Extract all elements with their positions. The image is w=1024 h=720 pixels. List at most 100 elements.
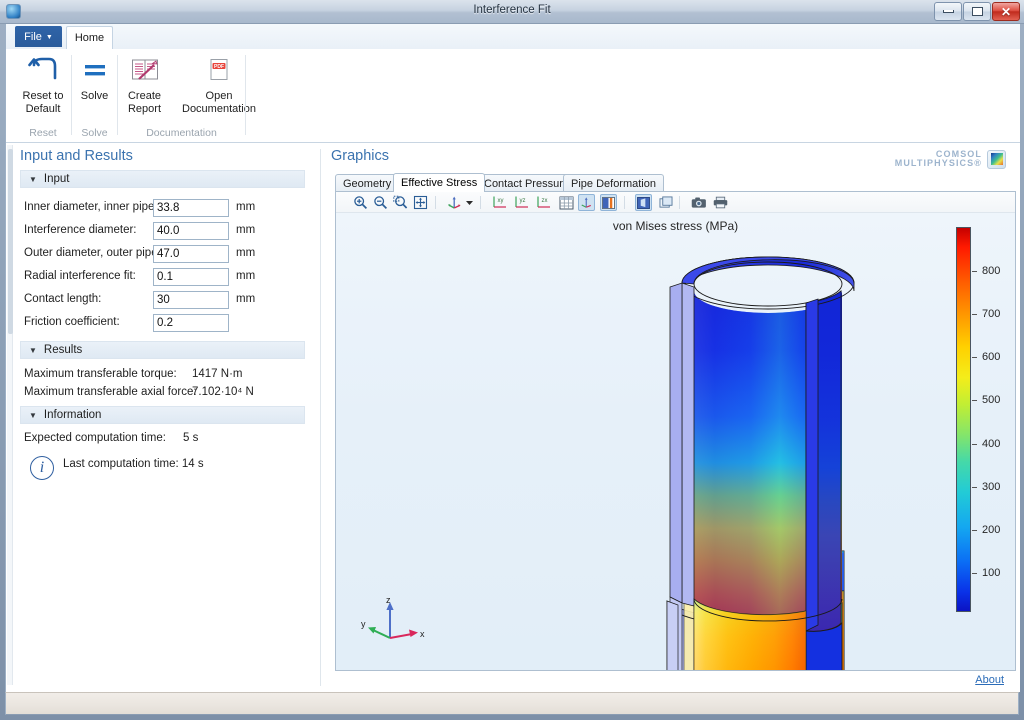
- result-label: Maximum transferable torque:: [24, 368, 177, 380]
- close-button[interactable]: ✕: [992, 2, 1020, 21]
- maximize-icon: [964, 3, 990, 20]
- section-header-results-label: Results: [43, 344, 83, 356]
- tab-file[interactable]: File ▼: [15, 26, 62, 47]
- minimize-button[interactable]: [934, 2, 962, 21]
- axis-label-y: y: [361, 619, 366, 629]
- graphics-panel: Graphics COMSOL MULTIPHYSICS® Geometry E…: [326, 143, 1020, 692]
- tab-geometry[interactable]: Geometry: [335, 174, 400, 192]
- info-icon: i: [30, 456, 54, 480]
- zoom-box-icon[interactable]: [392, 194, 409, 211]
- reset-to-default-button[interactable]: Reset to Default: [15, 53, 71, 115]
- ribbon-tab-strip: File ▼ Home: [6, 24, 1020, 49]
- about-link[interactable]: About: [975, 674, 1004, 686]
- graphics-tab-strip: Geometry Effective Stress Contact Pressu…: [335, 173, 1015, 192]
- copy-image-icon[interactable]: [657, 194, 674, 211]
- radial-interference-fit-input[interactable]: [153, 268, 229, 286]
- expected-computation-time-label: Expected computation time:: [24, 432, 166, 444]
- go-to-default-view-icon[interactable]: [446, 194, 463, 211]
- tab-contact-pressure[interactable]: Contact Pressure: [476, 174, 577, 192]
- ribbon-group-solve-label: Solve: [81, 127, 108, 139]
- outer-diameter-outer-pipe-input[interactable]: [153, 245, 229, 263]
- svg-text:PDF: PDF: [214, 64, 224, 70]
- field-row-radial-interference-fit: Radial interference fit: mm: [6, 268, 317, 289]
- graphics-toolbar: xy yz zx: [336, 192, 1015, 213]
- solve-button[interactable]: Solve: [72, 53, 117, 103]
- view-dropdown-caret-icon[interactable]: [464, 194, 474, 211]
- scene-light-icon[interactable]: [578, 194, 595, 211]
- section-header-input[interactable]: ▼ Input: [20, 170, 305, 188]
- report-book-icon: [130, 53, 160, 87]
- title-bar: Interference Fit ✕: [0, 0, 1024, 24]
- toolbar-separator: [435, 196, 436, 209]
- field-label: Radial interference fit:: [24, 270, 136, 282]
- ribbon-group-reset-label: Reset: [29, 127, 57, 139]
- result-value: 7.102·10⁴ N: [192, 386, 254, 398]
- client-area: File ▼ Home Reset to Default Reset Solve…: [5, 24, 1020, 692]
- tab-home[interactable]: Home: [66, 26, 113, 49]
- toolbar-separator: [480, 196, 481, 209]
- select-all-icon[interactable]: [635, 194, 652, 211]
- window-title: Interference Fit: [473, 4, 551, 16]
- tab-file-label: File: [24, 30, 42, 43]
- comsol-logo-line2: MULTIPHYSICS®: [894, 158, 982, 168]
- tab-geometry-label: Geometry: [343, 177, 392, 190]
- tab-contact-pressure-label: Contact Pressure: [484, 177, 569, 190]
- result-label: Maximum transferable axial force:: [24, 386, 197, 398]
- go-to-yz-view-icon[interactable]: yz: [512, 194, 531, 211]
- maximize-button[interactable]: [963, 2, 991, 21]
- create-report-label-line2: Report: [127, 102, 162, 115]
- go-to-zx-view-icon[interactable]: zx: [534, 194, 553, 211]
- show-grid-icon[interactable]: [558, 194, 575, 211]
- graphics-viewport-container: xy yz zx von Mises stress (MPa) 800 700 …: [335, 191, 1016, 671]
- collapse-triangle-icon: ▼: [29, 345, 37, 355]
- result-value: 1417 N·m: [192, 368, 243, 380]
- zoom-extents-icon[interactable]: [412, 194, 429, 211]
- axis-triad: z y x: [360, 594, 430, 650]
- input-and-results-panel: Input and Results ▼ Input Inner diameter…: [6, 143, 317, 692]
- ribbon-group-solve: Solve Solve: [72, 49, 117, 143]
- transparency-icon[interactable]: [600, 194, 617, 211]
- colorbar-tick-label: 600: [982, 351, 1001, 363]
- field-label: Interference diameter:: [24, 224, 137, 236]
- toolbar-separator: [679, 196, 680, 209]
- snapshot-camera-icon[interactable]: [690, 194, 707, 211]
- field-unit: mm: [236, 201, 256, 213]
- field-unit: mm: [236, 293, 256, 305]
- last-computation-time-text: Last computation time: 14 s: [63, 458, 204, 470]
- panel-splitter[interactable]: [317, 143, 326, 692]
- graphics-panel-title: Graphics: [331, 148, 390, 164]
- colorbar-tick-label: 500: [982, 394, 1001, 406]
- interference-diameter-input[interactable]: [153, 222, 229, 240]
- result-row-max-axial-force: Maximum transferable axial force: 7.102·…: [6, 386, 317, 404]
- field-row-outer-diameter-outer-pipe: Outer diameter, outer pipe: mm: [6, 245, 317, 266]
- pipe-assembly-3d-model: [666, 256, 855, 670]
- application-window: Interference Fit ✕ File ▼ Home Reset to …: [0, 0, 1024, 720]
- go-to-xy-view-icon[interactable]: xy: [490, 194, 509, 211]
- panel-title: Input and Results: [20, 148, 133, 164]
- collapse-triangle-icon: ▼: [29, 410, 37, 420]
- solve-label: Solve: [80, 90, 109, 102]
- create-report-label-line1: Create: [127, 90, 162, 102]
- ribbon: Reset to Default Reset Solve Solve Creat…: [6, 49, 1020, 143]
- undo-arrow-icon: [28, 53, 58, 87]
- section-header-results[interactable]: ▼ Results: [20, 341, 305, 359]
- print-icon[interactable]: [712, 194, 729, 211]
- axis-label-z: z: [386, 595, 391, 605]
- graphics-viewport[interactable]: von Mises stress (MPa) 800 700 600 500 4…: [336, 213, 1015, 670]
- contact-length-input[interactable]: [153, 291, 229, 309]
- friction-coefficient-input[interactable]: [153, 314, 229, 332]
- tab-effective-stress[interactable]: Effective Stress: [393, 173, 486, 192]
- open-documentation-button[interactable]: PDF Open Documentation: [164, 53, 274, 115]
- comsol-logo: COMSOL MULTIPHYSICS®: [895, 147, 1006, 171]
- colorbar-tick-label: 300: [982, 481, 1001, 493]
- zoom-out-icon[interactable]: [372, 194, 389, 211]
- field-label: Contact length:: [24, 293, 102, 305]
- zoom-in-icon[interactable]: [352, 194, 369, 211]
- svg-text:yz: yz: [519, 198, 525, 204]
- field-row-friction-coefficient: Friction coefficient:: [6, 314, 317, 335]
- section-header-information[interactable]: ▼ Information: [20, 406, 305, 424]
- svg-text:xy: xy: [497, 198, 503, 204]
- axis-label-x: x: [420, 629, 425, 639]
- tab-pipe-deformation[interactable]: Pipe Deformation: [563, 174, 664, 192]
- inner-diameter-inner-pipe-input[interactable]: [153, 199, 229, 217]
